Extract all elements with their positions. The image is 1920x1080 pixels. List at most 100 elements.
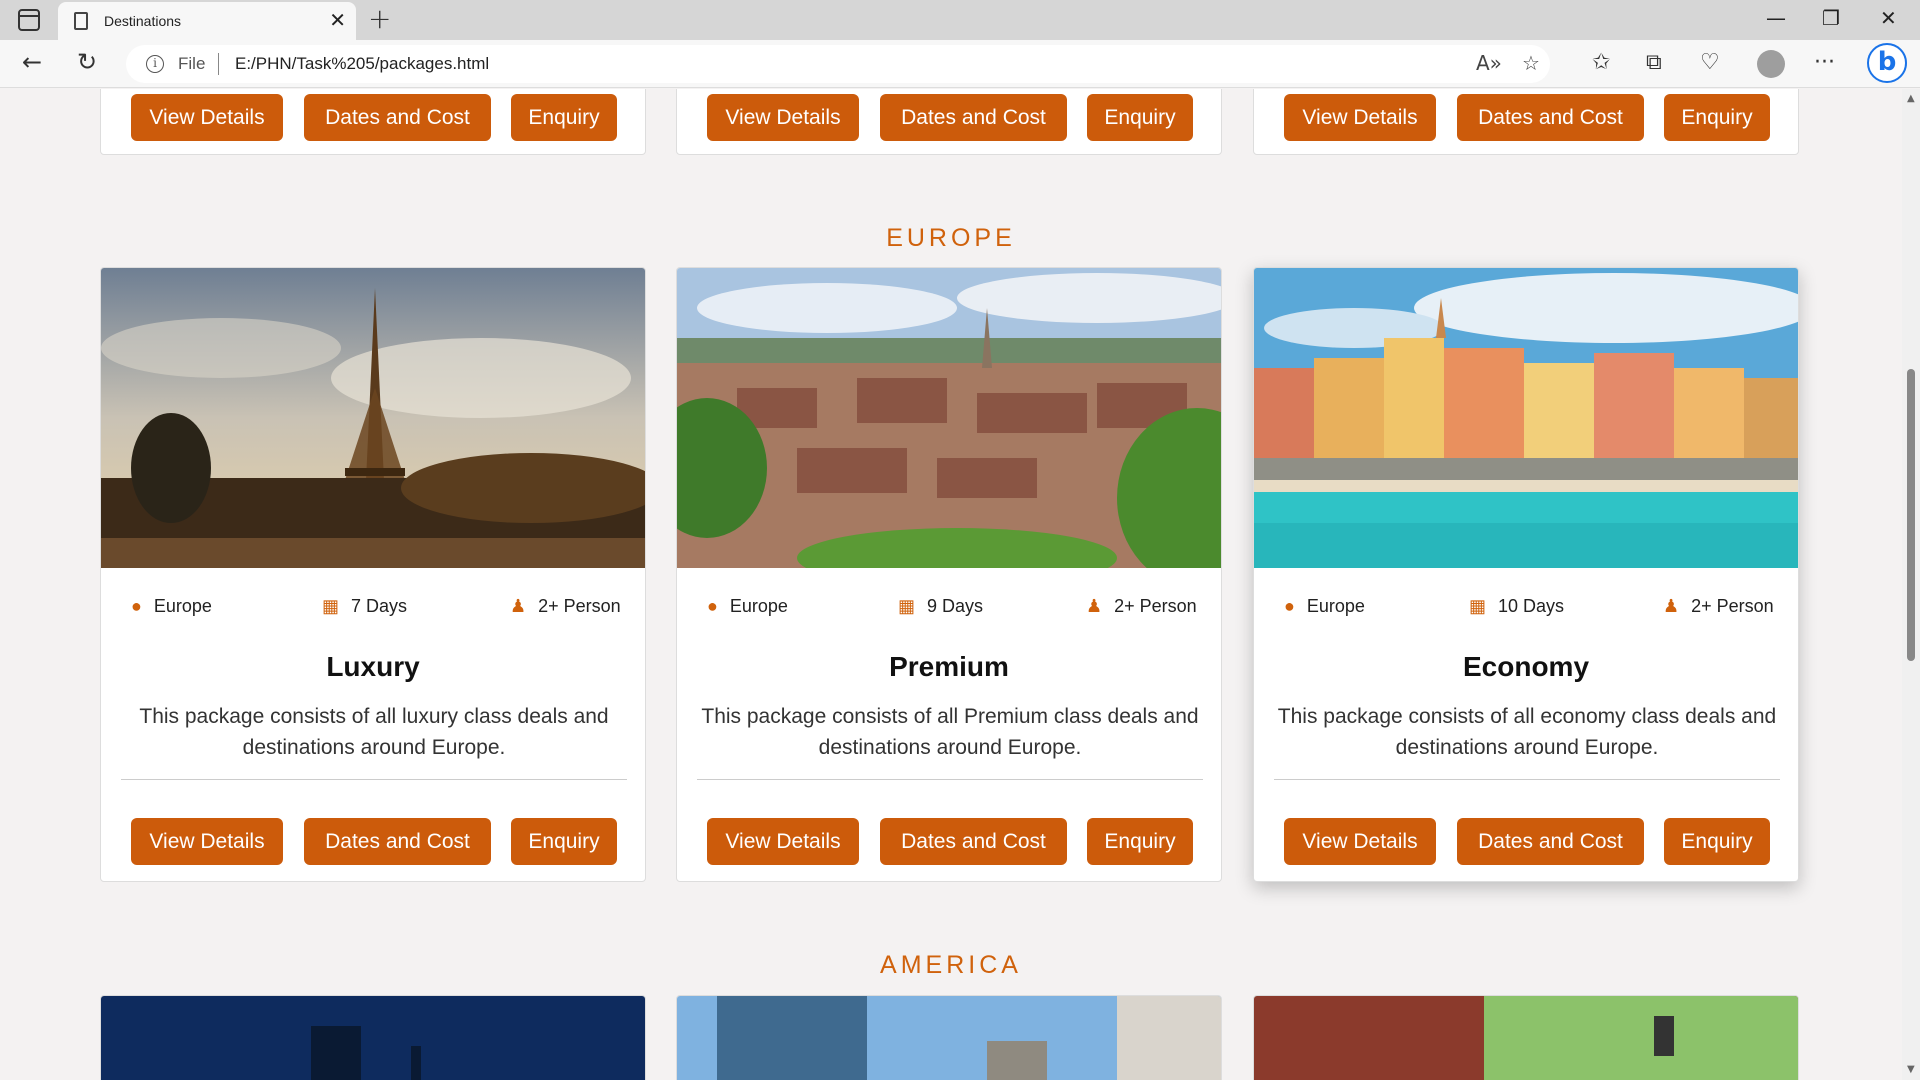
divider (1274, 779, 1780, 780)
package-card-premium: ● Europe ▦ 9 Days ♟ 2+ Person Premium Th… (676, 267, 1222, 882)
enquiry-button[interactable]: Enquiry (1664, 818, 1770, 865)
profile-avatar[interactable] (1757, 50, 1785, 78)
bern-city-image (677, 268, 1221, 568)
persons-text: 2+ Person (1691, 596, 1774, 616)
america-card-2 (676, 995, 1222, 1080)
location-meta: ● Europe (1284, 596, 1365, 617)
duration-meta: ▦ 9 Days (898, 596, 983, 617)
page-scrollbar[interactable]: ▲ ▼ (1902, 89, 1920, 1080)
duration-meta: ▦ 7 Days (322, 596, 407, 617)
location-text: Europe (153, 596, 212, 616)
scroll-up-icon[interactable]: ▲ (1907, 93, 1915, 104)
tab-actions-icon[interactable] (18, 9, 40, 31)
file-label: File (178, 54, 206, 73)
package-description: This package consists of all economy cla… (1277, 705, 1777, 759)
location-text: Europe (1306, 596, 1365, 616)
dates-cost-button[interactable]: Dates and Cost (304, 94, 491, 141)
people-icon: ♟ (1086, 596, 1103, 616)
calendar-icon: ▦ (898, 596, 916, 616)
america-heading: AMERICA (880, 951, 1022, 979)
url-text[interactable]: E:/PHN/Task%205/packages.html (235, 54, 489, 74)
prev-card-2: View Details Dates and Cost Enquiry (676, 89, 1222, 155)
people-icon: ♟ (510, 596, 527, 616)
package-title: Luxury (326, 651, 420, 682)
duration-meta: ▦ 10 Days (1469, 596, 1564, 617)
prev-card-1: View Details Dates and Cost Enquiry (100, 89, 646, 155)
divider (697, 779, 1203, 780)
location-meta: ● Europe (131, 596, 212, 617)
view-details-button[interactable]: View Details (707, 818, 859, 865)
people-icon: ♟ (1663, 596, 1680, 616)
enquiry-button[interactable]: Enquiry (511, 94, 617, 141)
divider (121, 779, 627, 780)
enquiry-button[interactable]: Enquiry (511, 818, 617, 865)
map-pin-icon: ● (707, 596, 718, 616)
view-details-button[interactable]: View Details (131, 94, 283, 141)
view-details-button[interactable]: View Details (707, 94, 859, 141)
address-bar[interactable]: i File E:/PHN/Task%205/packages.html A» … (126, 45, 1550, 83)
close-tab-icon[interactable]: ✕ (329, 8, 346, 32)
collections-icon[interactable]: ⧉ (1646, 50, 1662, 75)
minimize-icon[interactable]: — (1766, 6, 1786, 30)
location-meta: ● Europe (707, 596, 788, 617)
back-icon[interactable]: ← (22, 48, 42, 76)
favorites-icon[interactable]: ✩ (1592, 50, 1610, 75)
enquiry-button[interactable]: Enquiry (1087, 94, 1193, 141)
scroll-down-icon[interactable]: ▼ (1907, 1064, 1915, 1075)
tab-title: Destinations (104, 13, 182, 29)
calendar-icon: ▦ (1469, 596, 1487, 616)
view-details-button[interactable]: View Details (131, 818, 283, 865)
package-description: This package consists of all Premium cla… (701, 705, 1199, 759)
dates-cost-button[interactable]: Dates and Cost (880, 818, 1067, 865)
america-card-3 (1253, 995, 1799, 1080)
package-title: Premium (889, 651, 1009, 682)
read-aloud-icon[interactable]: A» (1476, 51, 1502, 75)
night-skyline-image (101, 996, 645, 1080)
map-pin-icon: ● (1284, 596, 1295, 616)
enquiry-button[interactable]: Enquiry (1087, 818, 1193, 865)
page-icon (74, 12, 88, 30)
page-viewport: View Details Dates and Cost Enquiry View… (0, 89, 1902, 1080)
dates-cost-button[interactable]: Dates and Cost (1457, 94, 1644, 141)
browser-toolbar: ← ↻ i File E:/PHN/Task%205/packages.html… (0, 40, 1920, 88)
info-icon[interactable]: i (146, 55, 164, 73)
days-text: 10 Days (1498, 596, 1565, 616)
persons-text: 2+ Person (538, 596, 621, 616)
prev-card-3: View Details Dates and Cost Enquiry (1253, 89, 1799, 155)
persons-text: 2+ Person (1114, 596, 1197, 616)
close-window-icon[interactable]: ✕ (1880, 6, 1897, 30)
divider (218, 53, 219, 75)
brick-street-image (1254, 996, 1798, 1080)
america-card-1 (100, 995, 646, 1080)
persons-meta: ♟ 2+ Person (1086, 596, 1197, 617)
package-title: Economy (1462, 651, 1590, 682)
package-card-economy: ● Europe ▦ 10 Days ♟ 2+ Person Economy T… (1253, 267, 1799, 882)
dates-cost-button[interactable]: Dates and Cost (1457, 818, 1644, 865)
browser-tab[interactable]: Destinations ✕ (58, 2, 356, 40)
calendar-icon: ▦ (322, 596, 340, 616)
browser-essentials-icon[interactable]: ♡ (1700, 50, 1720, 75)
restore-icon[interactable]: ❐ (1822, 6, 1840, 30)
refresh-icon[interactable]: ↻ (77, 48, 97, 76)
eiffel-tower-image (101, 268, 645, 568)
package-card-luxury: ● Europe ▦ 7 Days ♟ 2+ Person Luxury Thi… (100, 267, 646, 882)
scroll-thumb[interactable] (1907, 369, 1915, 661)
dates-cost-button[interactable]: Dates and Cost (304, 818, 491, 865)
bing-copilot-icon[interactable]: b (1867, 43, 1907, 83)
favorite-star-icon[interactable]: ☆ (1522, 51, 1540, 75)
view-details-button[interactable]: View Details (1284, 818, 1436, 865)
dates-cost-button[interactable]: Dates and Cost (880, 94, 1067, 141)
days-text: 9 Days (927, 596, 984, 616)
package-description: This package consists of all luxury clas… (139, 705, 609, 759)
location-text: Europe (729, 596, 788, 616)
browser-tab-bar: Destinations ✕ + — ❐ ✕ (0, 0, 1920, 40)
europe-heading: EUROPE (886, 224, 1016, 252)
days-text: 7 Days (351, 596, 408, 616)
more-menu-icon[interactable]: ··· (1814, 50, 1835, 75)
menton-coast-image (1254, 268, 1798, 568)
enquiry-button[interactable]: Enquiry (1664, 94, 1770, 141)
persons-meta: ♟ 2+ Person (1663, 596, 1774, 617)
persons-meta: ♟ 2+ Person (510, 596, 621, 617)
new-tab-icon[interactable]: + (368, 2, 391, 35)
view-details-button[interactable]: View Details (1284, 94, 1436, 141)
